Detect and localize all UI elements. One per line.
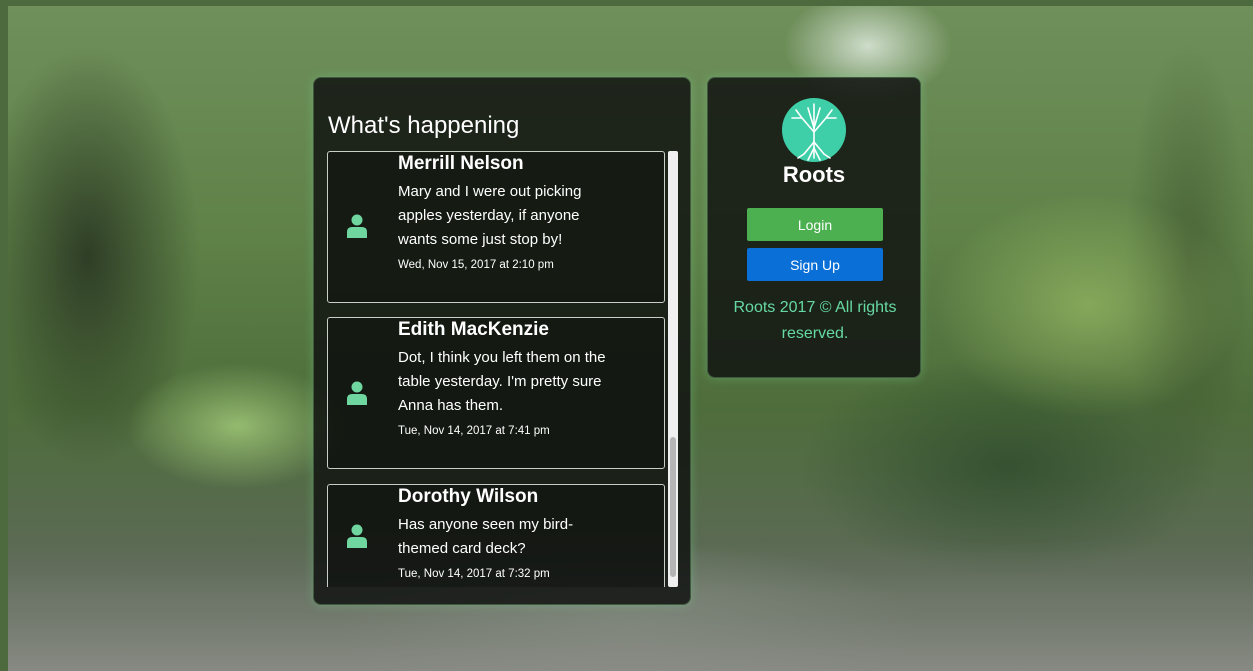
post-timestamp: Wed, Nov 15, 2017 at 2:10 pm <box>398 259 554 271</box>
post-text: Has anyone seen my bird-themed card deck… <box>398 516 574 557</box>
login-button[interactable]: Login <box>747 208 883 241</box>
post-card: Dorothy Wilson Has anyone seen my bird-t… <box>327 484 665 587</box>
account-panel: Roots Login Sign Up Roots 2017 © All rig… <box>707 77 921 378</box>
post-author: Dorothy Wilson <box>398 486 539 507</box>
post-timestamp: Tue, Nov 14, 2017 at 7:32 pm <box>398 568 550 580</box>
post-body: Edith MacKenzie Dot, I think you left th… <box>398 318 608 438</box>
post-author: Edith MacKenzie <box>398 319 549 340</box>
post-text: Mary and I were out picking apples yeste… <box>398 183 582 248</box>
feed-panel: What's happening Merrill Nelson Mary and… <box>313 77 691 605</box>
post-body: Merrill Nelson Mary and I were out picki… <box>398 152 608 272</box>
feed-list[interactable]: Merrill Nelson Mary and I were out picki… <box>327 151 680 587</box>
user-icon <box>347 381 367 405</box>
feed-title: What's happening <box>328 112 520 139</box>
feed-scrollbar[interactable] <box>668 151 678 587</box>
copyright-text: Roots 2017 © All rights reserved. <box>733 299 897 342</box>
post-timestamp: Tue, Nov 14, 2017 at 7:41 pm <box>398 425 550 437</box>
post-card: Merrill Nelson Mary and I were out picki… <box>327 151 665 303</box>
user-icon <box>347 524 367 548</box>
post-text: Dot, I think you left them on the table … <box>398 349 606 414</box>
post-author: Merrill Nelson <box>398 153 524 174</box>
sign-up-button[interactable]: Sign Up <box>747 248 883 281</box>
scrollbar-thumb[interactable] <box>670 437 676 577</box>
post-body: Dorothy Wilson Has anyone seen my bird-t… <box>398 485 608 581</box>
tree-logo-icon <box>782 98 846 162</box>
brand-name: Roots <box>782 162 846 187</box>
post-card: Edith MacKenzie Dot, I think you left th… <box>327 317 665 469</box>
user-icon <box>347 214 367 238</box>
